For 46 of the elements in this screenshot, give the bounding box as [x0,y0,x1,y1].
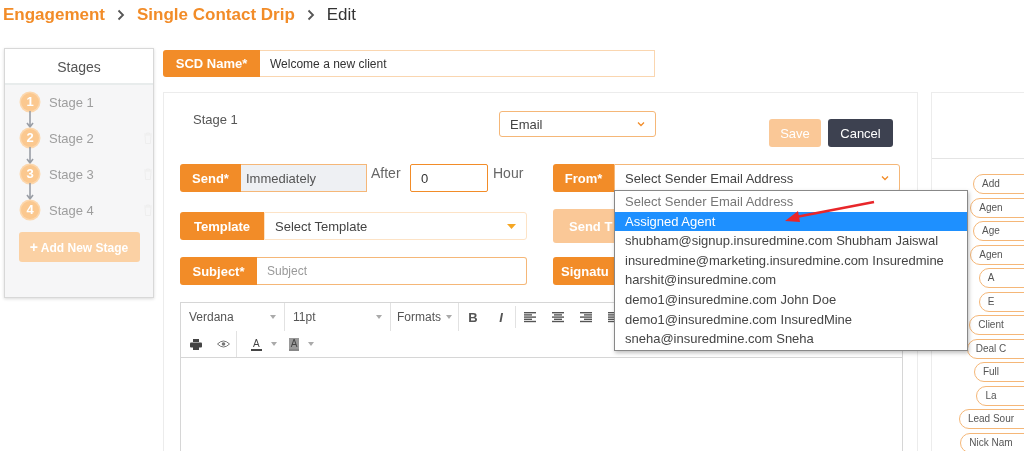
text-color-button[interactable]: A [245,333,283,355]
sender-select[interactable]: Select Sender Email Address [614,164,900,192]
dropdown-option[interactable]: Select Sender Email Address [615,192,967,212]
field-label: Send* [180,164,241,192]
send-timing-field[interactable]: Immediately [241,164,367,192]
chevron-down-icon [881,175,889,181]
eye-icon[interactable] [217,340,230,348]
channel-select[interactable]: Email [499,111,656,137]
template-select[interactable]: Select Template [264,212,527,240]
dropdown-option[interactable]: sneha@insuredmine.com Sneha [615,329,967,349]
field-label: Subject* [180,257,257,285]
italic-button[interactable]: I [487,309,515,325]
chevron-down-icon [637,121,645,127]
print-icon[interactable] [190,338,202,350]
hours-field[interactable]: 0 [410,164,488,192]
after-label: After [371,165,402,181]
stage-number: 1 [21,93,39,111]
align-right-icon[interactable] [580,311,592,323]
field-label: SCD Name* [163,50,260,77]
dropdown-option[interactable]: demo1@insuredmine.com John Doe [615,289,967,310]
breadcrumb-current: Edit [326,5,357,25]
dropdown-option[interactable]: demo1@insuredmine.com InsuredMine [615,309,967,330]
down-arrow-icon [26,183,34,201]
field-label: Template [180,212,264,240]
caret-down-icon [507,223,516,229]
panel-title: Stages [5,49,153,85]
cancel-button[interactable]: Cancel [828,119,893,147]
formats-dropdown[interactable]: Formats [391,303,459,331]
font-dropdown[interactable]: Verdana [181,303,285,331]
down-arrow-icon [26,147,34,165]
field-label: From* [553,164,614,192]
subject-field[interactable]: Subject [257,257,527,285]
background-color-button[interactable]: A [282,333,321,355]
align-center-icon[interactable] [552,311,564,323]
size-dropdown[interactable]: 11pt [285,303,391,331]
stage-number: 4 [21,201,39,219]
chevron-icon [306,9,315,21]
align-left-icon[interactable] [524,311,536,323]
down-arrow-icon [26,111,34,129]
stage-title: Stage 1 [193,112,239,127]
unit-label: Hour [493,165,524,181]
name-field[interactable]: Welcome a new client [260,50,655,77]
chevron-icon [117,9,126,21]
stage-number: 3 [21,165,39,183]
bold-button[interactable]: B [459,309,487,325]
stage-number: 2 [21,129,39,147]
